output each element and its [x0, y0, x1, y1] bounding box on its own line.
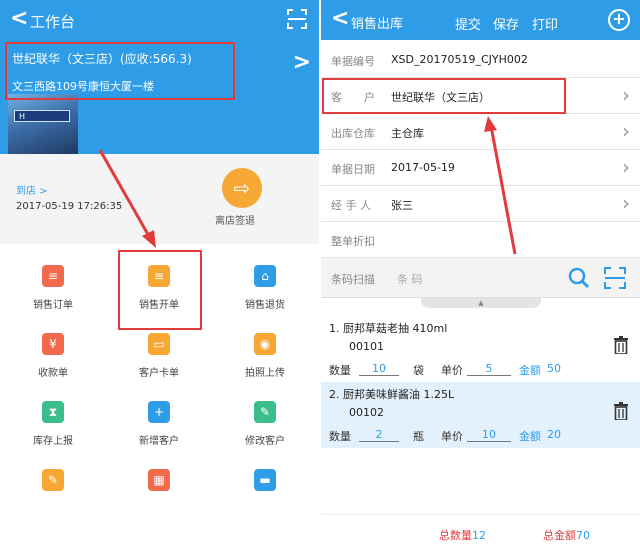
amount-value: 20 — [547, 428, 561, 441]
sales-outbound-screen: < 销售出库 提交 保存 打印 + 单据编号 XSD_20170519_CJYH0… — [321, 0, 640, 553]
collapse-handle[interactable]: ▲ — [421, 298, 541, 308]
qty-label: 数量 — [329, 364, 351, 377]
qty-label: 数量 — [329, 430, 351, 443]
screenshot-root: < 工作台 世纪联华（文三店）(应收:566.3) 文三西路109号康恒大厦一楼… — [0, 0, 640, 553]
item-name: 2. 厨邦美味鲜酱油 1.25L — [329, 388, 455, 401]
qty-input[interactable]: 2 — [359, 428, 399, 442]
total-amount: 总金额70 — [543, 529, 590, 542]
totals-bar: 总数量12 总金额70 — [321, 514, 640, 553]
arrow-to-sales-bill — [98, 149, 156, 248]
total-quantity: 总数量12 — [439, 529, 486, 542]
list-item[interactable]: 1. 厨邦草菇老抽 410ml 00101 数量 10 袋 单价 5 金额 50 — [321, 316, 640, 382]
trash-icon[interactable] — [614, 336, 628, 354]
item-code: 00102 — [349, 406, 384, 419]
amount-label: 金额 — [519, 430, 541, 443]
scan-icon[interactable] — [604, 267, 626, 289]
list-item[interactable]: 2. 厨邦美味鲜酱油 1.25L 00102 数量 2 瓶 单价 10 金额 20 — [321, 382, 640, 448]
item-code: 00101 — [349, 340, 384, 353]
price-label: 单价 — [441, 364, 463, 377]
amount-value: 50 — [547, 362, 561, 375]
price-input[interactable]: 5 — [467, 362, 511, 376]
scan-label: 条码扫描 — [331, 273, 375, 286]
workbench-screen: < 工作台 世纪联华（文三店）(应收:566.3) 文三西路109号康恒大厦一楼… — [0, 0, 319, 553]
trash-icon[interactable] — [614, 402, 628, 420]
qty-input[interactable]: 10 — [359, 362, 399, 376]
price-input[interactable]: 10 — [467, 428, 511, 442]
barcode-input[interactable]: 条 码 — [397, 271, 423, 287]
item-name: 1. 厨邦草菇老抽 410ml — [329, 322, 448, 335]
barcode-scan-bar: 条码扫描 条 码 — [321, 258, 640, 298]
price-label: 单价 — [441, 430, 463, 443]
search-icon[interactable] — [568, 267, 590, 289]
unit-label: 瓶 — [413, 430, 424, 443]
amount-label: 金额 — [519, 364, 541, 377]
unit-label: 袋 — [413, 364, 424, 377]
